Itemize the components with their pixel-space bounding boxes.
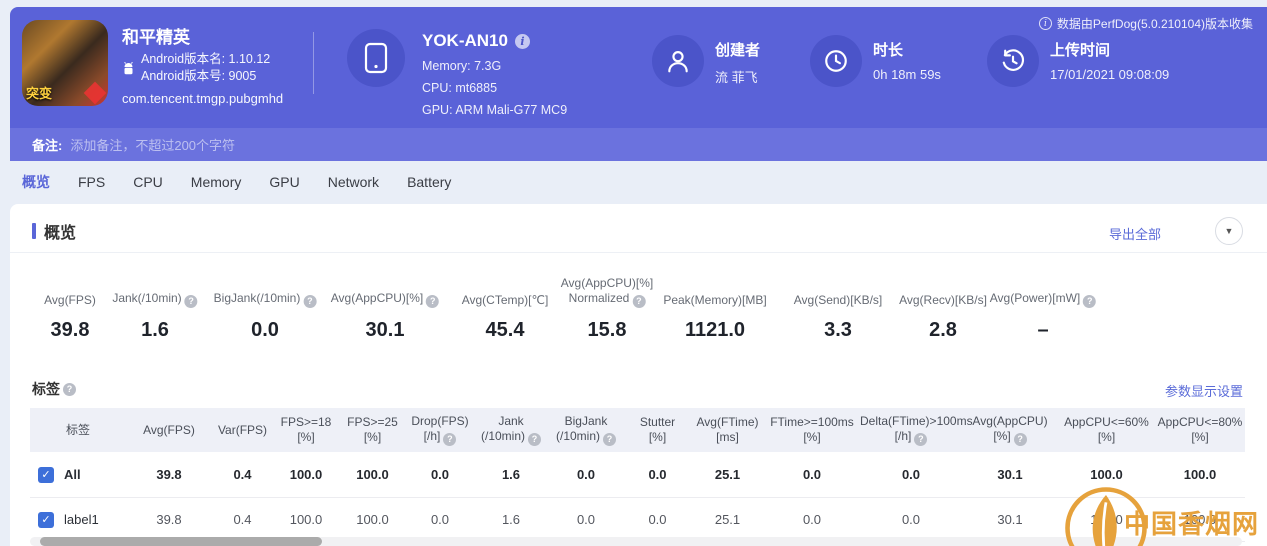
device-cpu: CPU: mt6885 <box>422 81 497 95</box>
table-row: ✓ All 39.8 0.4 100.0 100.0 0.0 1.6 0.0 0… <box>30 452 1245 498</box>
creator-circle <box>652 35 704 87</box>
table-header: 标签 Avg(FPS) Var(FPS) FPS>=18[%] FPS>=25[… <box>30 408 1245 452</box>
section-title: 概览 <box>44 219 76 243</box>
tab-network[interactable]: Network <box>328 174 379 190</box>
help-icon[interactable]: ? <box>1083 295 1096 308</box>
metric-avg-fps: Avg(FPS) 39.8 <box>44 274 96 342</box>
app-name: 和平精英 <box>122 23 190 48</box>
android-version-code: Android版本号: 9005 <box>141 68 270 85</box>
device-memory: Memory: 7.3G <box>422 59 501 73</box>
android-version-name: Android版本名: 1.10.12 <box>141 51 270 68</box>
note-bar: 备注: 添加备注，不超过200个字符 <box>10 128 1267 161</box>
export-all-link[interactable]: 导出全部 <box>1109 224 1161 243</box>
duration-label: 时长 <box>873 39 903 60</box>
metric-avg-send: Avg(Send)[KB/s] 3.3 <box>794 274 883 342</box>
export-dropdown-button[interactable]: ▼ <box>1215 217 1243 245</box>
device-gpu: GPU: ARM Mali-G77 MC9 <box>422 103 567 117</box>
clock-icon <box>823 48 849 74</box>
package-name: com.tencent.tmgp.pubgmhd <box>122 91 283 106</box>
duration-value: 0h 18m 59s <box>873 67 941 82</box>
row-checkbox[interactable]: ✓ <box>38 467 54 483</box>
horizontal-scrollbar-track[interactable] <box>30 537 1242 546</box>
phone-icon <box>363 42 389 74</box>
upload-label: 上传时间 <box>1050 39 1110 60</box>
metric-avg-power: Avg(Power)[mW]? – <box>990 274 1096 342</box>
help-icon[interactable]: ? <box>1014 433 1027 446</box>
help-icon[interactable]: ? <box>426 295 439 308</box>
tab-fps[interactable]: FPS <box>78 174 105 190</box>
info-icon: i <box>1039 17 1052 30</box>
chevron-down-icon: ▼ <box>1225 226 1234 236</box>
tab-cpu[interactable]: CPU <box>133 174 163 190</box>
creator-label: 创建者 <box>715 39 760 60</box>
metric-jank: Jank(/10min)? 1.6 <box>112 274 197 342</box>
creator-value: 流 菲飞 <box>715 67 758 86</box>
help-icon[interactable]: ? <box>632 295 645 308</box>
device-model: YOK-AN10 <box>422 31 508 51</box>
help-icon[interactable]: ? <box>603 433 616 446</box>
table-row: ✓ label1 39.8 0.4 100.0 100.0 0.0 1.6 0.… <box>30 498 1245 542</box>
help-icon[interactable]: ? <box>528 433 541 446</box>
metric-avg-ctemp: Avg(CTemp)[℃] 45.4 <box>462 274 549 342</box>
section-divider <box>10 252 1267 253</box>
game-icon-accent <box>84 82 107 105</box>
history-clock-icon <box>1000 48 1026 74</box>
tab-battery[interactable]: Battery <box>407 174 451 190</box>
section-accent-bar <box>32 223 36 239</box>
metric-avg-appcpu: Avg(AppCPU)[%]? 30.1 <box>331 274 439 342</box>
session-header: 突变 和平精英 Android版本名: 1.10.12 Android版本号: … <box>10 7 1267 128</box>
game-icon-badge: 突变 <box>26 83 52 102</box>
labels-title: 标签 <box>32 379 60 399</box>
tab-gpu[interactable]: GPU <box>269 174 299 190</box>
device-info-icon[interactable]: i <box>515 34 530 49</box>
help-icon[interactable]: ? <box>185 295 198 308</box>
collect-info-text: 数据由PerfDog(5.0.210104)版本收集 <box>1057 15 1253 32</box>
metric-peak-memory: Peak(Memory)[MB] 1121.0 <box>663 274 766 342</box>
tab-overview[interactable]: 概览 <box>22 172 50 192</box>
metric-bigjank: BigJank(/10min)? 0.0 <box>214 274 317 342</box>
metric-avg-appcpu-normalized: Avg(AppCPU)[%] Normalized? 15.8 <box>561 274 653 342</box>
row-label: All <box>64 467 81 482</box>
row-checkbox[interactable]: ✓ <box>38 512 54 528</box>
help-icon[interactable]: ? <box>63 383 76 396</box>
help-icon[interactable]: ? <box>914 433 927 446</box>
help-icon[interactable]: ? <box>443 433 456 446</box>
upload-circle <box>987 35 1039 87</box>
header-divider <box>313 32 314 94</box>
device-circle <box>347 29 405 87</box>
duration-circle <box>810 35 862 87</box>
person-icon <box>665 48 691 74</box>
upload-value: 17/01/2021 09:08:09 <box>1050 67 1169 82</box>
overview-card: 概览 导出全部 ▼ Avg(FPS) 39.8 Jank(/10min)? 1.… <box>10 204 1267 546</box>
tab-bar: 概览 FPS CPU Memory GPU Network Battery <box>22 162 451 202</box>
parameter-display-settings-link[interactable]: 参数显示设置 <box>1165 381 1243 400</box>
tab-memory[interactable]: Memory <box>191 174 242 190</box>
note-placeholder[interactable]: 添加备注，不超过200个字符 <box>70 135 235 154</box>
metric-avg-recv: Avg(Recv)[KB/s] 2.8 <box>899 274 987 342</box>
help-icon[interactable]: ? <box>303 295 316 308</box>
game-app-icon: 突变 <box>22 20 108 106</box>
row-label: label1 <box>64 512 99 527</box>
horizontal-scrollbar-thumb[interactable] <box>40 537 322 546</box>
note-label: 备注: <box>32 135 62 154</box>
android-icon <box>122 61 135 76</box>
